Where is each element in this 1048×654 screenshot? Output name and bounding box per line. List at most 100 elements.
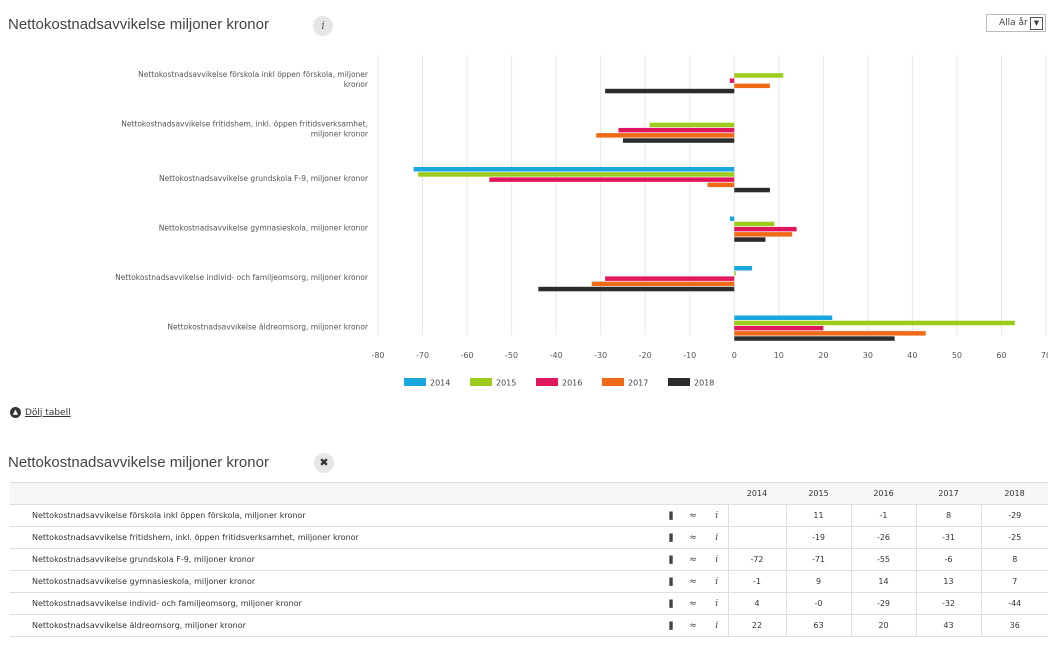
legend-label[interactable]: 2018 (694, 379, 714, 388)
trend-icon[interactable]: ≈ (680, 570, 706, 593)
legend-label[interactable]: 2016 (562, 379, 582, 388)
x-tick-label: 30 (863, 351, 873, 360)
value-cell: -71 (785, 548, 851, 571)
value-cell: 14 (850, 570, 916, 593)
bar-chart-icon[interactable]: ▐▌ (660, 614, 680, 637)
info-icon[interactable]: i (706, 548, 728, 571)
bar[interactable] (734, 221, 775, 227)
year-header[interactable]: 2015 (786, 482, 851, 505)
category-label: Nettokostnadsavvikelse äldreomsorg, milj… (167, 323, 368, 332)
x-tick-label: 20 (818, 351, 828, 360)
collapse-icon: ▲ (10, 407, 21, 418)
legend-label[interactable]: 2014 (430, 379, 450, 388)
bar[interactable] (489, 177, 735, 182)
header-label-cell (10, 482, 660, 505)
bar[interactable] (734, 271, 736, 276)
bar[interactable] (734, 320, 1015, 326)
bar[interactable] (707, 182, 735, 188)
bar[interactable] (734, 336, 895, 341)
x-tick-label: 60 (996, 351, 1006, 360)
bar-chart-icon[interactable]: ▐▌ (660, 548, 680, 571)
year-header[interactable]: 2014 (728, 482, 786, 505)
bar[interactable] (591, 281, 735, 287)
trend-icon[interactable]: ≈ (680, 504, 706, 527)
legend-swatch (470, 378, 492, 386)
value-cell: 8 (915, 504, 981, 527)
value-cell: 7 (980, 570, 1048, 593)
value-cell: -1 (727, 570, 786, 593)
close-table-icon[interactable]: ✖ (314, 453, 334, 473)
value-cell: 20 (850, 614, 916, 637)
table-row: Nettokostnadsavvikelse individ- och fami… (10, 592, 1048, 615)
bar[interactable] (729, 216, 735, 222)
bar[interactable] (622, 138, 735, 143)
x-tick-label: -80 (371, 351, 384, 360)
value-cell: -32 (915, 592, 981, 615)
data-table: 2014 2015 2016 2017 2018 Nettokostnadsav… (10, 482, 1048, 637)
bar[interactable] (649, 122, 735, 128)
x-tick-label: -10 (683, 351, 696, 360)
bar[interactable] (734, 315, 833, 321)
bar[interactable] (734, 232, 793, 237)
trend-icon[interactable]: ≈ (680, 614, 706, 637)
bar[interactable] (734, 331, 926, 336)
table-row: Nettokostnadsavvikelse äldreomsorg, milj… (10, 614, 1048, 637)
x-tick-label: -20 (639, 351, 652, 360)
trend-icon[interactable]: ≈ (680, 548, 706, 571)
value-cell: -31 (915, 526, 981, 549)
bar[interactable] (605, 88, 735, 94)
bar[interactable] (734, 187, 770, 193)
row-label: Nettokostnadsavvikelse individ- och fami… (10, 592, 660, 615)
hide-table-link[interactable]: Dölj tabell (25, 408, 71, 418)
bar[interactable] (734, 83, 770, 89)
year-header[interactable]: 2016 (851, 482, 916, 505)
table-row: Nettokostnadsavvikelse förskola inkl öpp… (10, 504, 1048, 527)
value-cell: -1 (850, 504, 916, 527)
bar[interactable] (596, 133, 735, 138)
category-label: Nettokostnadsavvikelse gymnasieskola, mi… (159, 224, 369, 233)
legend-swatch (404, 378, 426, 386)
bar[interactable] (538, 286, 735, 292)
info-icon[interactable]: i (706, 570, 728, 593)
bar[interactable] (418, 172, 735, 177)
legend-swatch (602, 378, 624, 386)
info-icon[interactable]: i (706, 592, 728, 615)
hide-table-toggle[interactable]: ▲ Dölj tabell (10, 407, 71, 418)
value-cell: -44 (980, 592, 1048, 615)
value-cell: -19 (785, 526, 851, 549)
year-header[interactable]: 2017 (916, 482, 981, 505)
bar[interactable] (734, 237, 766, 242)
bar-chart-icon[interactable]: ▐▌ (660, 504, 680, 527)
x-tick-label: 40 (907, 351, 917, 360)
value-cell: -55 (850, 548, 916, 571)
info-icon[interactable]: i (706, 526, 728, 549)
bar[interactable] (734, 73, 784, 78)
x-tick-label: -50 (505, 351, 518, 360)
trend-icon[interactable]: ≈ (680, 526, 706, 549)
year-header[interactable]: 2018 (981, 482, 1048, 505)
bar[interactable] (618, 127, 735, 133)
bar[interactable] (605, 276, 735, 281)
category-label: kronor (344, 80, 369, 89)
x-tick-label: 50 (952, 351, 962, 360)
bar-chart-icon[interactable]: ▐▌ (660, 526, 680, 549)
info-icon[interactable]: i (706, 504, 728, 527)
bar[interactable] (734, 266, 753, 271)
bar-chart-icon[interactable]: ▐▌ (660, 570, 680, 593)
bar[interactable] (729, 78, 735, 83)
row-label: Nettokostnadsavvikelse fritidshem, inkl.… (10, 526, 660, 549)
bar[interactable] (413, 167, 735, 172)
value-cell: -6 (915, 548, 981, 571)
table-row: Nettokostnadsavvikelse grundskola F-9, m… (10, 548, 1048, 571)
trend-icon[interactable]: ≈ (680, 592, 706, 615)
value-cell: -0 (785, 592, 851, 615)
info-icon[interactable]: i (706, 614, 728, 637)
bar-chart-icon[interactable]: ▐▌ (660, 592, 680, 615)
legend-label[interactable]: 2015 (496, 379, 516, 388)
legend-label[interactable]: 2017 (628, 379, 648, 388)
bar[interactable] (734, 325, 824, 331)
category-label: Nettokostnadsavvikelse grundskola F-9, m… (159, 174, 369, 183)
x-tick-label: -70 (416, 351, 429, 360)
category-label: Nettokostnadsavvikelse fritidshem, inkl.… (121, 120, 368, 129)
bar[interactable] (734, 226, 797, 232)
